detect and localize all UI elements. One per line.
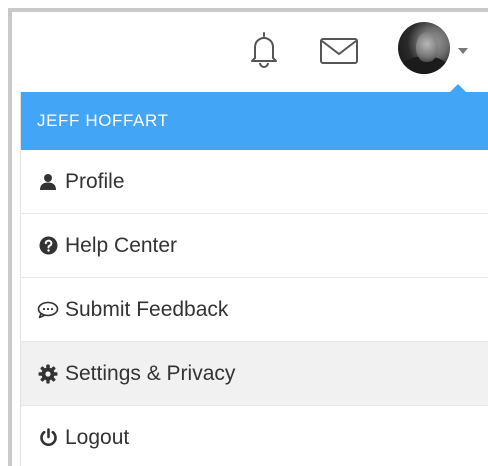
menu-item-label: Profile bbox=[65, 169, 125, 193]
notifications-button[interactable] bbox=[246, 28, 282, 72]
gear-icon bbox=[37, 363, 59, 385]
menu-item-settings-privacy[interactable]: Settings & Privacy bbox=[21, 342, 488, 406]
power-icon bbox=[37, 427, 59, 449]
menu-item-logout[interactable]: Logout bbox=[21, 406, 488, 466]
avatar-face bbox=[416, 32, 438, 62]
avatar[interactable] bbox=[398, 22, 450, 74]
comment-icon bbox=[37, 299, 59, 321]
messages-button[interactable] bbox=[318, 34, 360, 68]
user-dropdown-menu: JEFF HOFFART Profile Help Center Submit … bbox=[20, 92, 488, 466]
menu-item-label: Settings & Privacy bbox=[65, 361, 236, 385]
bell-icon bbox=[251, 32, 277, 68]
user-name: JEFF HOFFART bbox=[37, 111, 169, 130]
menu-item-label: Logout bbox=[65, 425, 130, 449]
dropdown-header: JEFF HOFFART bbox=[21, 92, 488, 150]
user-icon bbox=[37, 171, 59, 193]
menu-item-help-center[interactable]: Help Center bbox=[21, 214, 488, 278]
menu-item-label: Submit Feedback bbox=[65, 297, 229, 321]
caret-down-icon[interactable] bbox=[458, 48, 468, 54]
top-navbar bbox=[12, 12, 488, 94]
mail-icon bbox=[320, 38, 358, 64]
menu-item-submit-feedback[interactable]: Submit Feedback bbox=[21, 278, 488, 342]
screen-frame: JEFF HOFFART Profile Help Center Submit … bbox=[8, 8, 488, 466]
menu-item-label: Help Center bbox=[65, 233, 178, 257]
menu-item-profile[interactable]: Profile bbox=[21, 150, 488, 214]
question-circle-icon bbox=[37, 235, 59, 257]
